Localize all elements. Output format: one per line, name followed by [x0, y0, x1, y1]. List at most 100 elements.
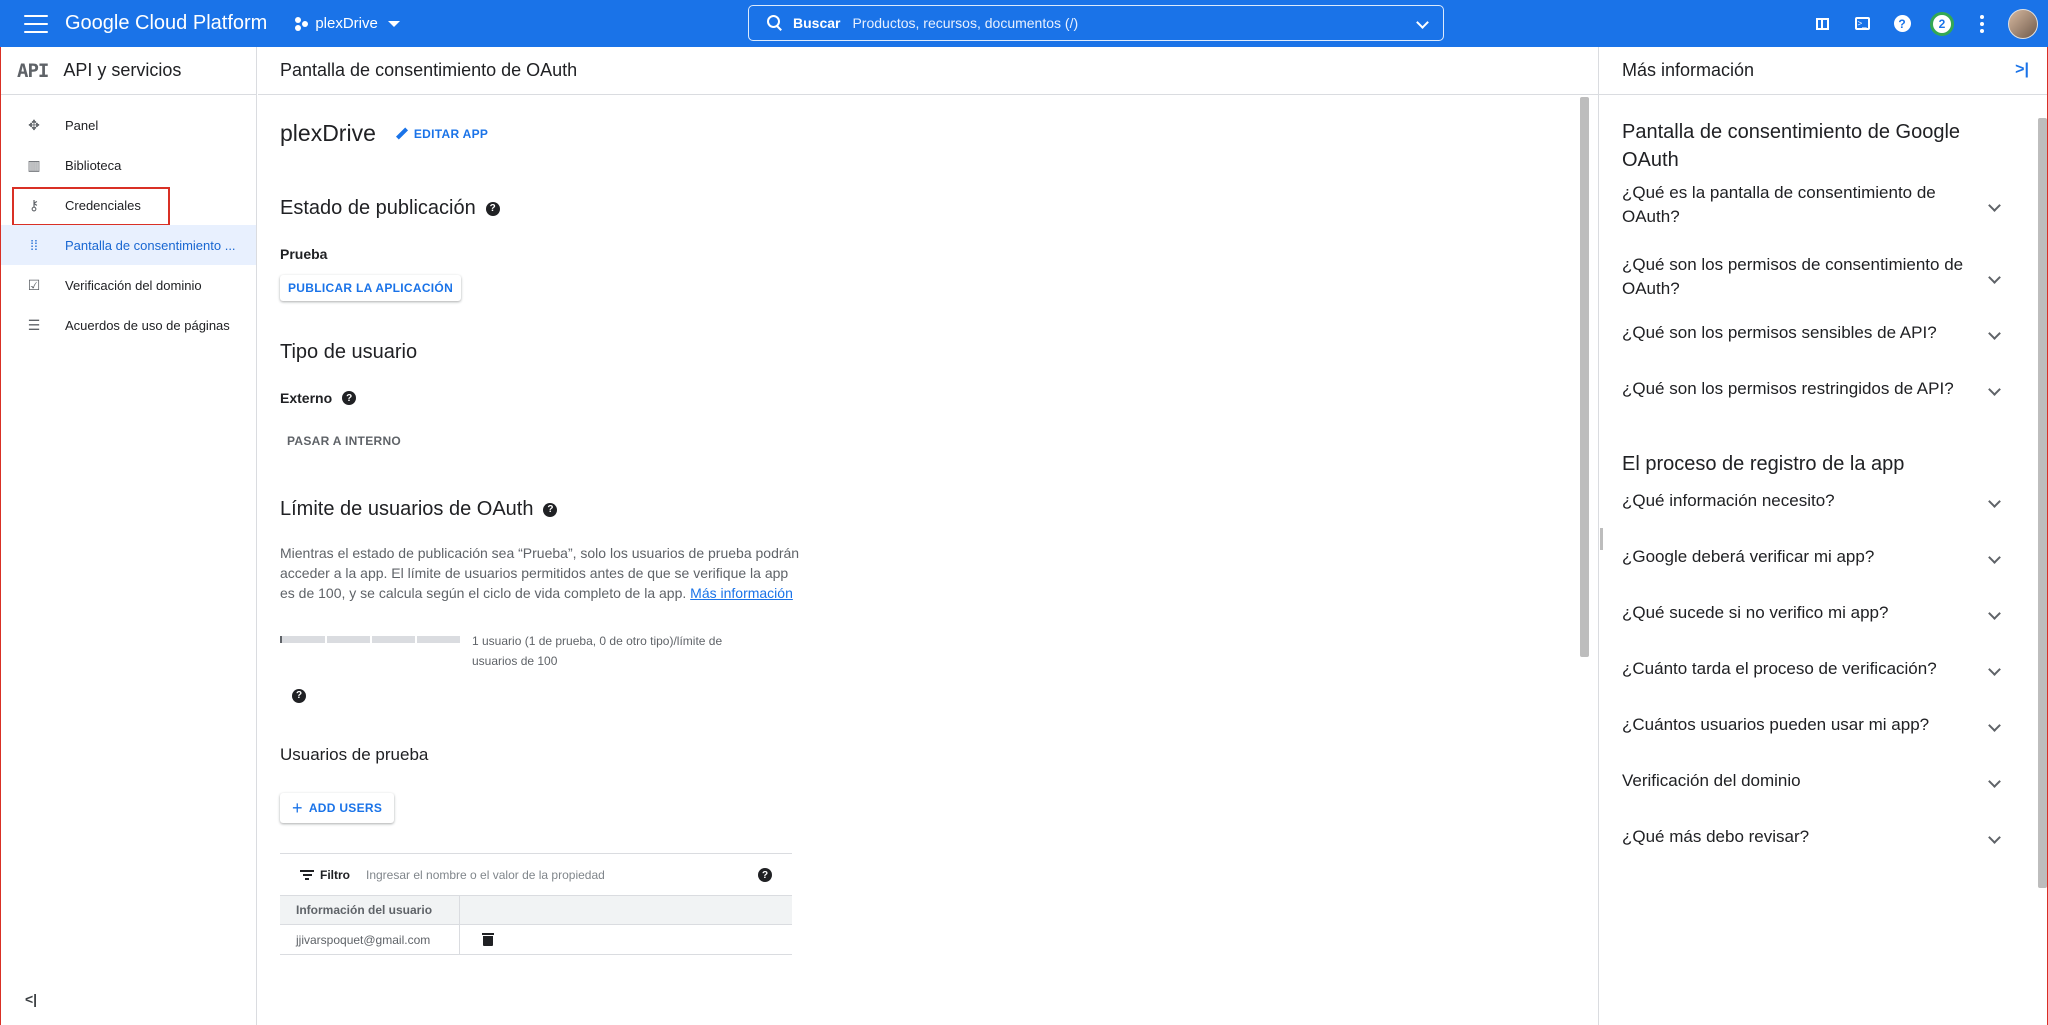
chevron-down-icon	[1988, 830, 2001, 844]
settings-list-icon: ☰	[27, 316, 41, 333]
user-type-heading: Tipo de usuario	[280, 341, 418, 363]
pencil-icon	[396, 128, 408, 140]
help-icon[interactable]: ?	[758, 868, 772, 882]
edit-app-label: EDITAR APP	[413, 126, 489, 141]
sidebar-nav: ✥ Panel ▥ Biblioteca ⚷ Credenciales ⁞⁞ P…	[1, 95, 256, 345]
close-panel-icon[interactable]: >|	[2015, 61, 2029, 79]
caret-down-icon	[387, 20, 400, 27]
faq-item[interactable]: ¿Qué es la pantalla de consentimiento de…	[1622, 181, 2003, 229]
section-heading: Pantalla de consentimiento de Google OAu…	[1622, 121, 1961, 171]
cloud-shell-button[interactable]: >_	[1842, 4, 1882, 44]
chevron-down-icon	[1988, 662, 2001, 676]
chevron-down-icon	[1988, 382, 2001, 396]
more-vert-icon	[1980, 14, 1984, 33]
avatar[interactable]	[2008, 8, 2038, 39]
chevron-down-icon	[1988, 774, 2001, 788]
help-icon[interactable]: ?	[292, 688, 306, 703]
app-name: plexDrive	[280, 120, 376, 146]
sidebar-item-consent-screen[interactable]: ⁞⁞ Pantalla de consentimiento ...	[1, 225, 256, 265]
faq-item[interactable]: ¿Google deberá verificar mi app?	[1622, 544, 2003, 570]
collapse-sidebar-icon[interactable]: <|	[25, 991, 37, 1007]
chevron-down-icon[interactable]	[1416, 16, 1429, 29]
sidebar-item-label: Verificación del dominio	[65, 277, 202, 293]
publish-status-title: Estado de publicación	[280, 197, 476, 219]
sidebar-item-panel[interactable]: ✥ Panel	[1, 105, 256, 145]
user-type-value: Externo	[280, 390, 333, 406]
search-input[interactable]: Productos, recursos, documentos (/)	[852, 15, 1078, 31]
faq-item[interactable]: ¿Qué información necesito?	[1622, 488, 2003, 514]
faq-item[interactable]: Verificación del dominio	[1622, 768, 2003, 794]
publish-status-heading: Estado de publicación ?	[280, 197, 1598, 220]
test-users-table: Filtro Ingresar el nombre o el valor de …	[280, 853, 792, 955]
faq-item[interactable]: ¿Qué sucede si no verifico mi app?	[1622, 600, 2003, 626]
faq-item[interactable]: ¿Qué son los permisos sensibles de API?	[1622, 320, 2003, 346]
search-bar[interactable]: Buscar Productos, recursos, documentos (…	[748, 5, 1444, 41]
help-icon[interactable]: ?	[485, 201, 500, 216]
more-info-link[interactable]: Más información	[690, 585, 793, 601]
sidebar-item-credenciales[interactable]: ⚷ Credenciales	[1, 185, 256, 226]
filter-icon	[300, 869, 314, 880]
more-options-button[interactable]	[1962, 4, 2002, 44]
panel-scrollbar[interactable]	[2038, 118, 2047, 888]
delete-icon[interactable]	[482, 933, 494, 946]
project-dots-icon	[295, 16, 309, 31]
notifications-button[interactable]: 2	[1922, 4, 1962, 44]
domain-check-icon: ☑	[27, 276, 41, 293]
info-panel-header: Más información >|	[1599, 47, 2047, 95]
sidebar-item-label: Pantalla de consentimiento ...	[65, 237, 236, 253]
chevron-down-icon	[1988, 198, 2001, 212]
dashboard-icon: ✥	[28, 116, 40, 133]
gcp-logo[interactable]: Google Cloud Platform	[65, 12, 267, 35]
chevron-down-icon	[1988, 550, 2001, 564]
gift-icon	[1815, 17, 1829, 30]
sidebar-item-page-agreements[interactable]: ☰ Acuerdos de uso de páginas	[1, 305, 256, 345]
project-name: plexDrive	[315, 15, 378, 32]
oauth-limit-title: Límite de usuarios de OAuth	[280, 498, 534, 520]
plus-icon: +	[292, 798, 303, 818]
chevron-down-icon	[1988, 326, 2001, 340]
help-icon[interactable]: ?	[543, 502, 558, 517]
top-bar: Google Cloud Platform plexDrive Buscar P…	[0, 0, 2048, 47]
add-users-label: ADD USERS	[308, 801, 383, 815]
api-logo-icon: API	[17, 59, 49, 82]
sidebar-item-domain-verification[interactable]: ☑ Verificación del dominio	[1, 265, 256, 305]
faq-item[interactable]: ¿Qué son los permisos restringidos de AP…	[1622, 376, 2003, 402]
menu-icon[interactable]	[24, 14, 48, 33]
edit-app-button[interactable]: EDITAR APP	[396, 127, 488, 141]
test-users-heading: Usuarios de prueba	[280, 745, 429, 764]
faq-item[interactable]: ¿Cuántos usuarios pueden usar mi app?	[1622, 712, 2003, 738]
column-user-info[interactable]: Información del usuario	[280, 895, 460, 925]
add-users-button[interactable]: + ADD USERS	[280, 793, 394, 823]
sidebar-item-label: Biblioteca	[65, 157, 122, 173]
project-selector[interactable]: plexDrive	[295, 15, 400, 32]
chevron-down-icon	[1988, 494, 2001, 508]
filter-bar[interactable]: Filtro Ingresar el nombre o el valor de …	[280, 853, 792, 895]
make-internal-button[interactable]: PASAR A INTERNO	[287, 434, 1598, 448]
publish-app-button[interactable]: PUBLICAR LA APLICACIÓN	[280, 275, 461, 301]
faq-item[interactable]: ¿Cuánto tarda el proceso de verificación…	[1622, 656, 2003, 682]
sidebar-header: API API y servicios	[1, 47, 256, 95]
filter-label: Filtro	[320, 867, 350, 882]
user-limit-text: 1 usuario (1 de prueba, 0 de otro tipo)/…	[472, 634, 723, 668]
sidebar-item-label: Credenciales	[65, 197, 141, 213]
info-panel-title: Más información	[1622, 60, 1755, 80]
table-row: jjivarspoquet@gmail.com	[280, 924, 792, 955]
consent-icon: ⁞⁞	[30, 237, 38, 253]
search-label: Buscar	[793, 15, 841, 31]
help-button[interactable]: ?	[1882, 4, 1922, 44]
help-icon[interactable]: ?	[342, 391, 357, 405]
gift-button[interactable]	[1802, 4, 1842, 44]
user-limit-progress	[280, 636, 460, 643]
filter-input[interactable]: Ingresar el nombre o el valor de la prop…	[366, 868, 605, 882]
search-icon	[767, 15, 783, 31]
key-icon: ⚷	[28, 196, 40, 213]
faq-item[interactable]: ¿Qué son los permisos de consentimiento …	[1622, 253, 2003, 301]
terminal-icon: >_	[1854, 17, 1870, 30]
faq-item[interactable]: ¿Qué más debo revisar?	[1622, 824, 2003, 850]
sidebar-item-biblioteca[interactable]: ▥ Biblioteca	[1, 145, 256, 185]
user-email: jjivarspoquet@gmail.com	[280, 924, 460, 955]
sidebar: API API y servicios ✥ Panel ▥ Biblioteca…	[0, 47, 257, 1025]
info-panel: Más información >| Pantalla de consentim…	[1599, 47, 2048, 1025]
sidebar-item-label: Acuerdos de uso de páginas	[65, 317, 230, 333]
sidebar-item-label: Panel	[65, 117, 99, 133]
